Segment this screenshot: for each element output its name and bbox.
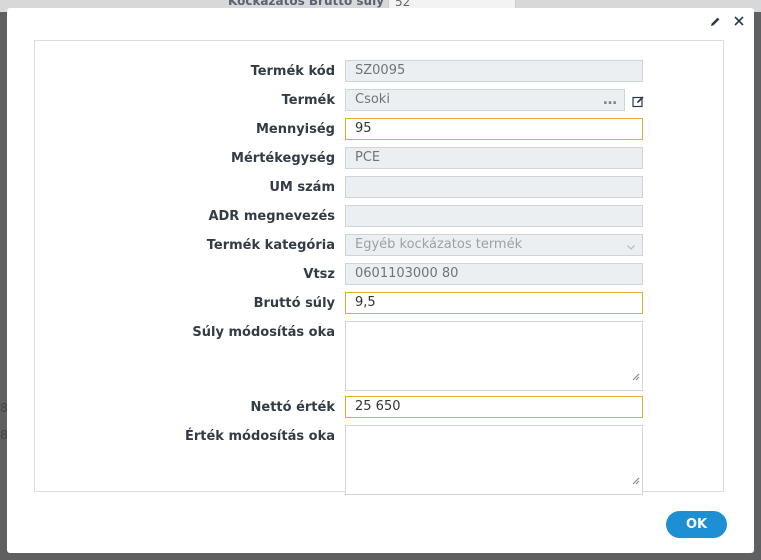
vtsz-field: 0601103000 80 [345,263,643,285]
field-label: Nettó érték [250,400,336,415]
field-label: Bruttó súly [253,296,335,311]
field-label: Érték módosítás oka [184,429,335,444]
um-szam-field [345,176,643,198]
field-label: Termék [281,93,335,108]
background-header-label: Kockázatos Bruttó súly [228,0,385,8]
mertekegyseg-field: PCE [345,147,643,169]
form-panel: Termék kód SZ0095 Termék Csoki … Mennyis… [34,40,724,495]
background-fragment: 8 [0,428,8,442]
product-edit-dialog: Termék kód SZ0095 Termék Csoki … Mennyis… [7,8,754,553]
termek-value: Csoki [355,92,390,107]
field-label: Mennyiség [255,122,335,137]
termek-kategoria-select: Egyéb kockázatos termék [345,234,643,256]
suly-modositas-oka-textarea[interactable] [345,321,643,391]
picker-dots-icon[interactable]: … [603,90,618,110]
field-label: Termék kód [250,64,335,79]
termek-kod-field: SZ0095 [345,60,643,82]
ertek-modositas-oka-textarea[interactable] [345,425,643,495]
netto-ertek-input[interactable]: 25 650 [345,396,643,418]
resize-grip-icon[interactable] [632,472,640,492]
field-label: Termék kategória [206,238,335,253]
brutto-suly-input[interactable]: 9,5 [345,292,643,314]
dialog-actions [708,14,746,28]
field-label: ADR megnevezés [208,209,335,224]
resize-grip-icon[interactable] [632,368,640,388]
termek-kategoria-value: Egyéb kockázatos termék [355,237,523,252]
chevron-down-icon [626,239,636,255]
field-label: Súly módosítás oka [192,325,335,340]
field-label: UM szám [269,180,335,195]
edit-note-icon[interactable] [632,93,645,112]
background-fragment: 8 [0,401,8,415]
mennyiseg-input[interactable]: 95 [345,118,643,140]
pencil-icon[interactable] [708,14,722,28]
ok-button[interactable]: OK [666,511,727,538]
adr-megnevezes-field [345,205,643,227]
close-icon[interactable] [732,14,746,28]
field-label: Mértékegység [231,151,335,166]
field-label: Vtsz [303,267,335,282]
termek-field[interactable]: Csoki … [345,89,625,111]
